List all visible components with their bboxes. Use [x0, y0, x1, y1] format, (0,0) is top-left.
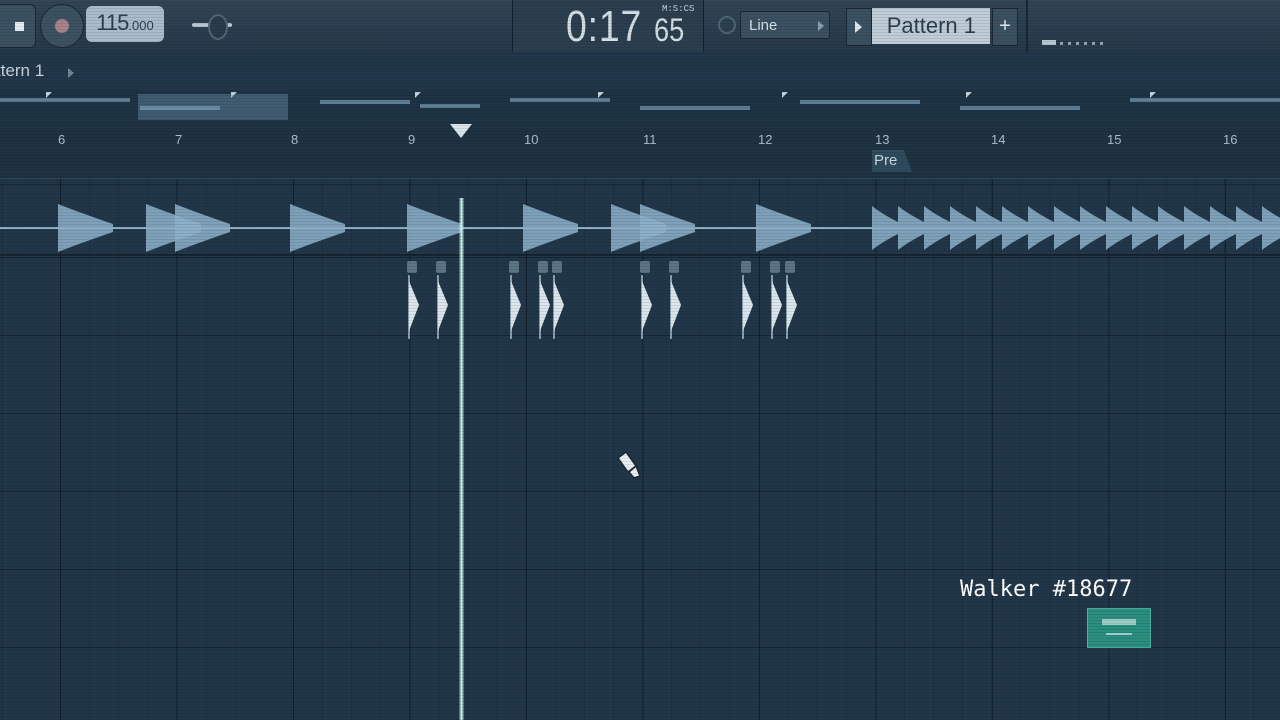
- playhead-marker[interactable]: [450, 124, 472, 138]
- toolbar-divider: [1026, 0, 1028, 52]
- bar-number: 8: [291, 132, 299, 147]
- magnet-icon: [718, 16, 736, 34]
- bar-number: 16: [1223, 132, 1238, 147]
- snap-value: Line: [749, 17, 778, 34]
- bar-number: 11: [643, 132, 657, 147]
- record-button[interactable]: [40, 4, 84, 48]
- note-hit[interactable]: [741, 261, 753, 339]
- bar-number: 15: [1107, 132, 1122, 147]
- bar-number: 14: [991, 132, 1006, 147]
- waveform-transient: [1080, 206, 1106, 250]
- watermark-text: Walker #18677: [960, 577, 1133, 602]
- stop-button[interactable]: [0, 4, 36, 48]
- waveform-transient: [58, 204, 113, 252]
- waveform-transient: [523, 204, 578, 252]
- waveform-transient: [1028, 206, 1054, 250]
- play-arrow-icon: [855, 21, 862, 33]
- chevron-right-icon: [818, 21, 824, 31]
- paint-brush-cursor-icon: [616, 450, 641, 479]
- note-hit[interactable]: [669, 261, 681, 339]
- chevron-right-icon: [68, 68, 74, 78]
- waveform-transient: [1236, 206, 1262, 250]
- waveform-transient: [1054, 206, 1080, 250]
- waveform-transient: [976, 206, 1002, 250]
- note-hit[interactable]: [640, 261, 652, 339]
- cpu-meter-icon: [1042, 40, 1103, 45]
- pattern-selector[interactable]: Pattern 1: [872, 8, 990, 44]
- note-hit[interactable]: [552, 261, 564, 339]
- bar-number: 9: [408, 132, 416, 147]
- bar-number: 12: [758, 132, 773, 147]
- overview-clip: [1130, 98, 1280, 102]
- watermark-logo-icon: [1087, 608, 1151, 648]
- waveform-transient: [1262, 206, 1280, 250]
- overview-marker: [46, 92, 52, 98]
- tempo-display[interactable]: 115.000: [86, 6, 164, 42]
- note-hit[interactable]: [407, 261, 419, 339]
- pattern-selector-button[interactable]: [846, 8, 872, 46]
- overview-marker: [782, 92, 788, 98]
- waveform-transient: [872, 206, 898, 250]
- tempo-fraction: .000: [128, 18, 154, 33]
- overview-clip: [420, 104, 480, 108]
- overview-clip: [320, 100, 410, 104]
- waveform-transient: [290, 204, 345, 252]
- waveform-transient: [1132, 206, 1158, 250]
- song-time-centiseconds: 65: [654, 12, 685, 48]
- overview-clip: [640, 106, 750, 110]
- waveform-transient: [1210, 206, 1236, 250]
- playhead-line: [459, 198, 464, 720]
- bar-number: 7: [175, 132, 183, 147]
- waveform-transient: [1158, 206, 1184, 250]
- overview-clip: [510, 98, 610, 102]
- record-icon: [55, 19, 69, 33]
- waveform-transient: [407, 204, 462, 252]
- overview-marker: [1150, 92, 1156, 98]
- waveform-transient: [898, 206, 924, 250]
- snap-selector[interactable]: Line: [740, 11, 830, 39]
- stop-icon: [14, 21, 24, 31]
- overview-clip: [800, 100, 920, 104]
- bar-number: 13: [875, 132, 890, 147]
- note-hit[interactable]: [770, 261, 782, 339]
- audio-clip-waveform[interactable]: [0, 190, 1280, 260]
- pattern-clip-notes[interactable]: [0, 255, 1280, 345]
- note-hit[interactable]: [785, 261, 797, 339]
- add-pattern-button[interactable]: +: [992, 8, 1018, 46]
- tempo-integer: 115: [96, 10, 129, 35]
- playlist-pattern-label[interactable]: ttern 1: [0, 61, 44, 81]
- master-pitch-slider[interactable]: [192, 12, 236, 40]
- waveform-transient: [950, 206, 976, 250]
- overview-clip: [960, 106, 1080, 110]
- slider-knob[interactable]: [208, 14, 228, 40]
- waveform-transient: [1184, 206, 1210, 250]
- overview-clip: [0, 98, 130, 102]
- overview-marker: [966, 92, 972, 98]
- waveform-transient: [756, 204, 811, 252]
- song-time-display[interactable]: 0:17: [566, 2, 642, 52]
- time-marker-label: Pre: [874, 152, 898, 169]
- waveform-transient: [924, 206, 950, 250]
- waveform-transient: [1002, 206, 1028, 250]
- overview-marker: [598, 92, 604, 98]
- waveform-transient: [175, 204, 230, 252]
- overview-marker: [415, 92, 421, 98]
- bar-number: 6: [58, 132, 66, 147]
- timeline-ruler[interactable]: 6 7 8 9 10 11 12 13 14 15 16: [0, 122, 1280, 179]
- playlist-header: [0, 52, 1280, 91]
- bar-number: 10: [524, 132, 539, 147]
- note-hit[interactable]: [509, 261, 521, 339]
- overview-view-window[interactable]: [138, 94, 288, 120]
- note-hit[interactable]: [538, 261, 550, 339]
- note-hit[interactable]: [436, 261, 448, 339]
- waveform-transient: [1106, 206, 1132, 250]
- waveform-transient: [640, 204, 695, 252]
